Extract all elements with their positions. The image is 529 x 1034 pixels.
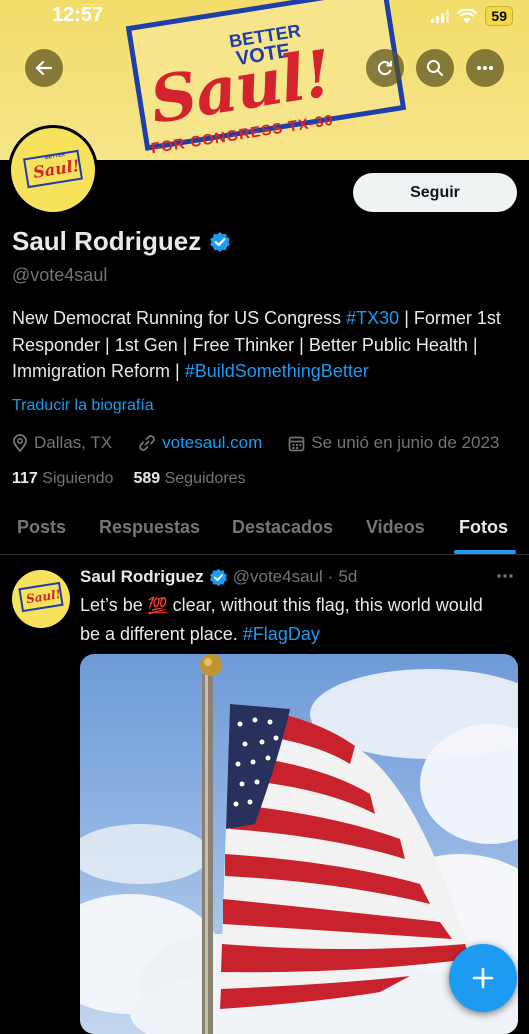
- profile-website-link[interactable]: votesaul.com: [162, 433, 262, 453]
- profile-avatar[interactable]: BETTER Saul!: [8, 125, 98, 215]
- tab-fotos[interactable]: Fotos: [459, 517, 508, 538]
- translate-bio-link[interactable]: Traducir la biografía: [12, 397, 154, 415]
- compose-post-button[interactable]: [449, 944, 517, 1012]
- post-author-avatar[interactable]: Saul!: [12, 570, 70, 628]
- followers-link[interactable]: 589 Seguidores: [133, 470, 245, 488]
- link-icon: [139, 435, 155, 451]
- avatar-logo-name: Saul!: [31, 155, 81, 183]
- wifi-icon: [457, 8, 478, 23]
- following-link[interactable]: 117 Siguiendo: [12, 470, 113, 488]
- location-icon: [13, 434, 27, 452]
- compose-plus-icon: [472, 967, 494, 989]
- post-hashtag-flagday[interactable]: #FlagDay: [243, 624, 320, 644]
- status-time: 12:57: [52, 4, 104, 26]
- post-timestamp[interactable]: 5d: [338, 567, 357, 587]
- profile-name-row: Saul Rodriguez: [12, 226, 231, 257]
- avatar-mini-logo: BETTER Saul!: [22, 149, 84, 189]
- back-button[interactable]: [25, 49, 63, 87]
- post-author-name[interactable]: Saul Rodriguez: [80, 567, 204, 587]
- profile-meta: Dallas, TX votesaul.com Se unió en junio…: [12, 433, 499, 453]
- profile-display-name: Saul Rodriguez: [12, 226, 202, 256]
- more-icon: [497, 574, 513, 578]
- refresh-button[interactable]: [366, 49, 404, 87]
- calendar-icon: [288, 436, 305, 451]
- post-more-button[interactable]: [496, 563, 514, 584]
- status-indicators: 59: [431, 6, 513, 26]
- post-text-1: Let’s be: [80, 595, 148, 615]
- post-avatar-mini-logo: Saul!: [18, 581, 64, 613]
- followers-label: Seguidores: [164, 470, 246, 487]
- back-arrow-icon: [35, 60, 53, 76]
- post-header: Saul Rodriguez @vote4saul · 5d: [80, 567, 357, 587]
- more-icon: [477, 66, 493, 70]
- post-avatar-logo-name: Saul!: [25, 586, 62, 607]
- tab-posts[interactable]: Posts: [17, 517, 66, 538]
- more-options-button[interactable]: [466, 49, 504, 87]
- search-icon: [427, 60, 444, 77]
- profile-follow-counts: 117 Siguiendo 589 Seguidores: [12, 470, 246, 488]
- tab-destacados[interactable]: Destacados: [232, 517, 333, 538]
- following-label: Siguiendo: [42, 470, 114, 487]
- tab-videos[interactable]: Videos: [366, 517, 425, 538]
- post-separator-dot: ·: [327, 567, 334, 586]
- signal-icon: [431, 9, 450, 23]
- post-author-handle[interactable]: @vote4saul: [233, 567, 323, 587]
- profile-handle: @vote4saul: [12, 265, 108, 285]
- post-text: Let’s be 💯 clear, without this flag, thi…: [80, 592, 500, 647]
- profile-bio: New Democrat Running for US Congress #TX…: [12, 305, 517, 385]
- battery-indicator: 59: [485, 6, 513, 26]
- avatar-logo: BETTER Saul!: [11, 128, 95, 212]
- profile-tabs: Posts Respuestas Destacados Videos Fotos: [0, 502, 529, 555]
- refresh-icon: [377, 61, 392, 76]
- bio-hashtag-tx30[interactable]: #TX30: [346, 308, 399, 328]
- followers-count: 589: [133, 470, 161, 487]
- following-count: 117: [12, 470, 38, 487]
- active-tab-indicator: [454, 550, 516, 554]
- hundred-emoji: 💯: [147, 598, 168, 615]
- bio-text-1: New Democrat Running for US Congress: [12, 308, 347, 328]
- bio-hashtag-buildsomethingbetter[interactable]: #BuildSomethingBetter: [185, 361, 369, 381]
- verified-badge-icon: [209, 568, 227, 586]
- tab-respuestas[interactable]: Respuestas: [99, 517, 200, 538]
- verified-badge-icon[interactable]: [209, 231, 231, 253]
- follow-button[interactable]: Seguir: [353, 173, 517, 212]
- search-button[interactable]: [416, 49, 454, 87]
- profile-joined-date: Se unió en junio de 2023: [311, 433, 500, 452]
- profile-location: Dallas, TX: [34, 433, 113, 452]
